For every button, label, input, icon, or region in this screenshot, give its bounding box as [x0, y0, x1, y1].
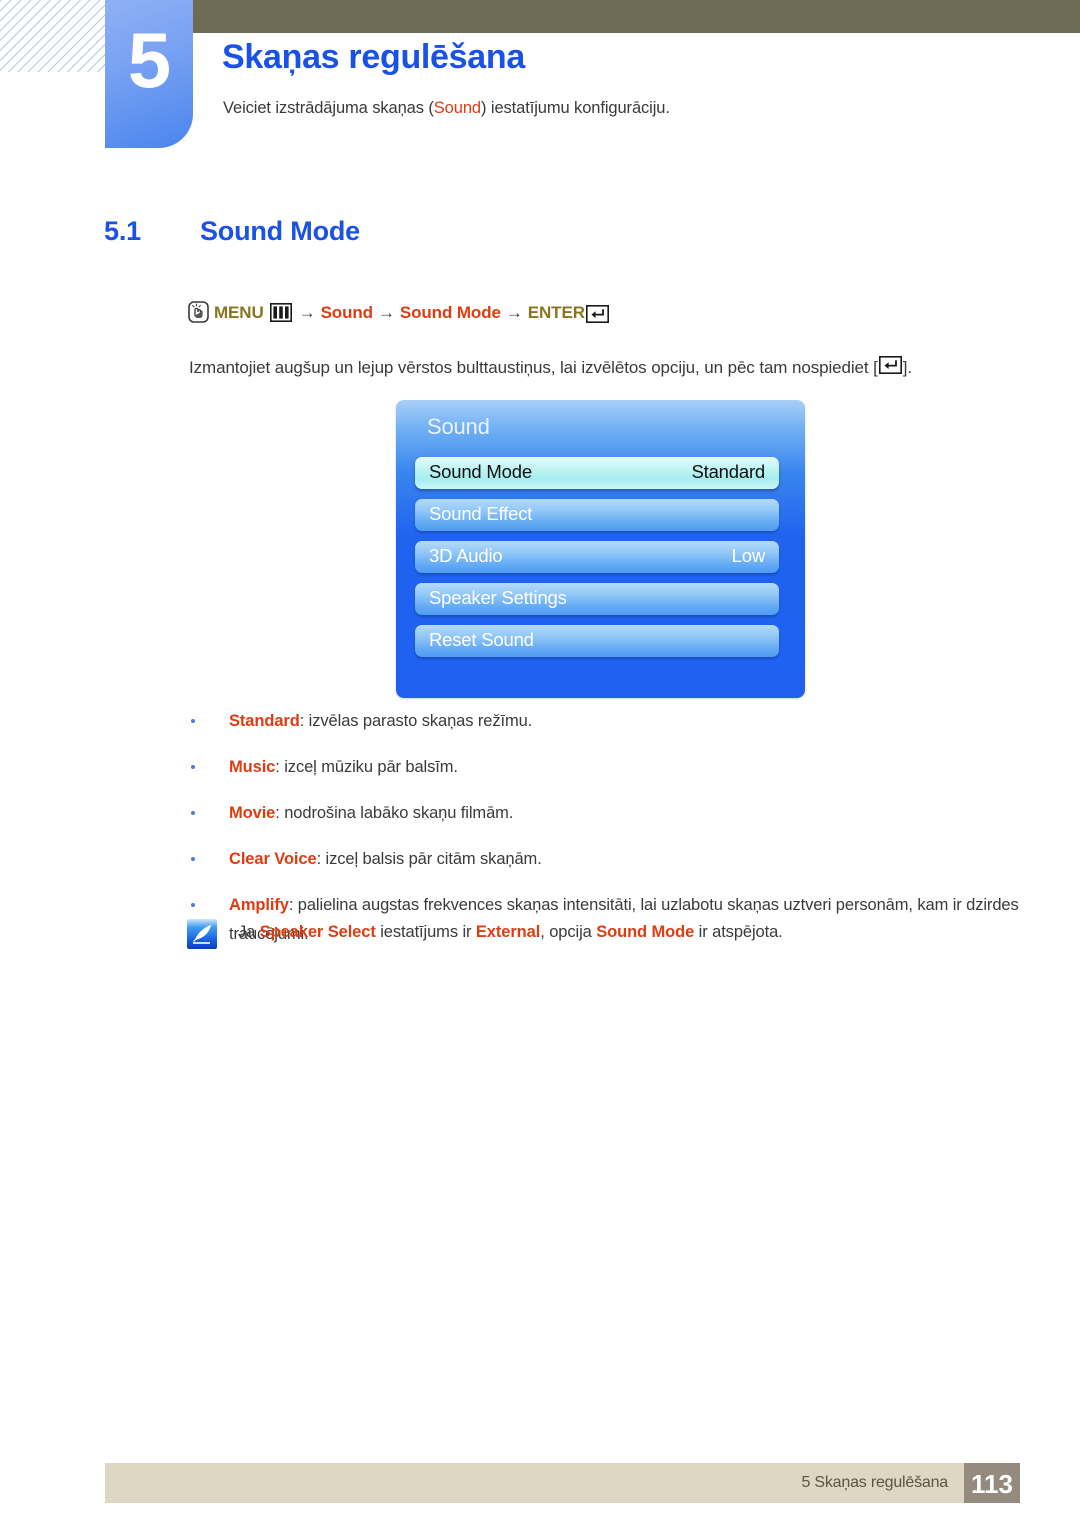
path-arrow-1: →: [298, 303, 316, 322]
section-number: 5.1: [104, 216, 141, 246]
note-part-2: iestatījums ir: [375, 923, 476, 941]
instruction-before: Izmantojiet augšup un lejup vērstos bult…: [189, 358, 878, 377]
hand-press-icon: [188, 301, 209, 323]
note-part-3: , opcija: [540, 923, 597, 941]
note-part-4: ir atspējota.: [694, 923, 783, 941]
osd-row-value: Low: [731, 545, 766, 566]
osd-row-3d-audio[interactable]: 3D Audio Low: [415, 541, 779, 573]
osd-row-reset-sound[interactable]: Reset Sound: [415, 625, 779, 657]
note-term-external: External: [475, 923, 541, 941]
chapter-title: Skaņas regulēšana: [222, 38, 525, 76]
note-part-1: Ja: [238, 923, 260, 941]
path-step-sound: Sound: [320, 303, 373, 322]
list-item-term: Movie: [229, 804, 276, 822]
section-title: Sound Mode: [200, 216, 360, 246]
chapter-description: Veiciet izstrādājuma skaņas (Sound) iest…: [223, 99, 670, 118]
enter-key-icon: [878, 356, 902, 374]
osd-row-sound-mode[interactable]: Sound Mode Standard: [415, 457, 779, 489]
bullet-dot-icon: [191, 903, 195, 907]
osd-row-speaker-settings[interactable]: Speaker Settings: [415, 583, 779, 615]
header-olive-band: [193, 0, 1080, 33]
page-header: 5 Skaņas regulēšana Veiciet izstrādājuma…: [0, 0, 1080, 160]
list-item-term: Music: [229, 758, 276, 776]
list-item-text: : izvēlas parasto skaņas režīmu.: [299, 712, 533, 730]
decorative-hatch-pattern: [0, 0, 108, 72]
path-arrow-2: →: [377, 303, 395, 322]
osd-sound-menu: Sound Sound Mode Standard Sound Effect 3…: [396, 400, 805, 698]
osd-title: Sound: [427, 414, 490, 439]
bullet-dot-icon: [191, 811, 195, 815]
chapter-number: 5: [127, 16, 171, 104]
enter-key-icon: [585, 305, 609, 323]
osd-row-label: 3D Audio: [429, 545, 503, 566]
menu-label: MENU: [214, 303, 264, 322]
note-term-speaker-select: Speaker Select: [259, 923, 376, 941]
chapter-description-prefix: Veiciet izstrādājuma skaņas (: [223, 99, 434, 117]
menu-bars-icon: [269, 302, 292, 322]
menu-path-breadcrumb: MENU → Sound → Sound Mode → ENTER: [188, 301, 609, 324]
list-item-text: : izceļ balsis pār citām skaņām.: [316, 850, 542, 868]
instruction-text: Izmantojiet augšup un lejup vērstos bult…: [189, 355, 912, 378]
list-item-text: : nodrošina labāko skaņu filmām.: [275, 804, 514, 822]
list-item-text: : izceļ mūziku pār balsīm.: [275, 758, 458, 776]
instruction-after: ].: [902, 358, 912, 377]
list-item-term: Clear Voice: [229, 850, 317, 868]
bullet-dot-icon: [191, 765, 195, 769]
list-item: Standard: izvēlas parasto skaņas režīmu.: [188, 707, 1048, 736]
osd-row-sound-effect[interactable]: Sound Effect: [415, 499, 779, 531]
enter-label: ENTER: [527, 303, 585, 322]
chapter-tab: 5: [105, 0, 193, 148]
note-quill-icon: [186, 918, 218, 950]
list-item-term: Amplify: [229, 896, 289, 914]
path-step-sound-mode: Sound Mode: [399, 303, 501, 322]
note-term-sound-mode: Sound Mode: [596, 923, 695, 941]
section-heading: 5.1 Sound Mode: [104, 216, 360, 247]
page-number: 113: [964, 1463, 1020, 1503]
path-arrow-3: →: [505, 303, 523, 322]
osd-row-list: Sound Mode Standard Sound Effect 3D Audi…: [415, 457, 779, 667]
list-item-term: Standard: [229, 712, 300, 730]
footer-chapter-label: 5 Skaņas regulēšana: [801, 1474, 948, 1491]
osd-row-label: Sound Effect: [429, 503, 533, 524]
osd-row-label: Sound Mode: [429, 461, 532, 482]
chapter-description-suffix: ) iestatījumu konfigurāciju.: [481, 99, 670, 117]
bullet-dot-icon: [191, 857, 195, 861]
note-text: Ja Speaker Select iestatījums ir Externa…: [238, 923, 783, 942]
osd-row-label: Reset Sound: [429, 629, 534, 650]
page-footer: 5 Skaņas regulēšana 113: [105, 1463, 1020, 1503]
list-item: Movie: nodrošina labāko skaņu filmām.: [188, 799, 1048, 828]
osd-row-label: Speaker Settings: [429, 587, 567, 608]
chapter-description-term: Sound: [433, 99, 481, 117]
list-item: Music: izceļ mūziku pār balsīm.: [188, 753, 1048, 782]
bullet-dot-icon: [191, 719, 195, 723]
list-item: Clear Voice: izceļ balsis pār citām skaņ…: [188, 845, 1048, 874]
osd-row-value: Standard: [691, 461, 766, 482]
